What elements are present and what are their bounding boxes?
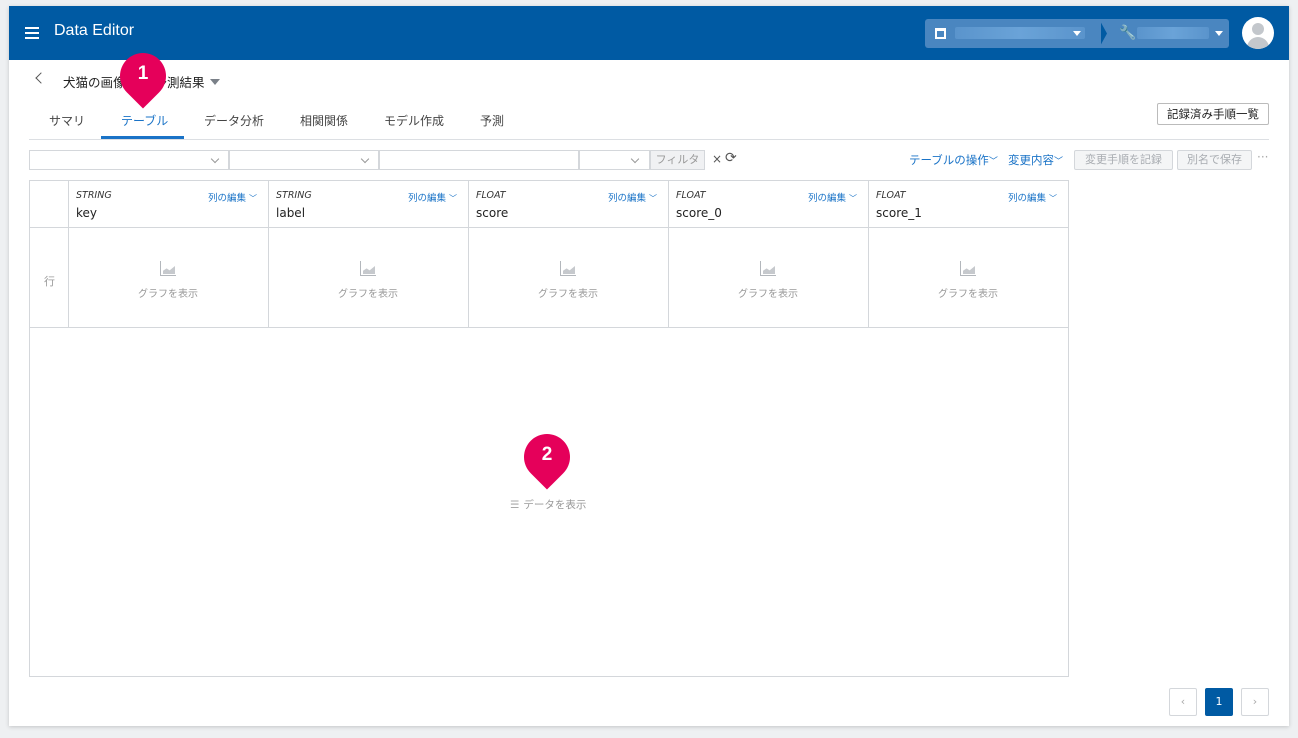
show-data-link[interactable]: ☰ データを表示 [510,497,586,512]
column-type: FLOAT [876,190,906,201]
app-title: Data Editor [54,22,135,39]
changes-label: 変更内容 [1008,153,1054,167]
chevron-down-icon [210,154,220,164]
filter-operator-select[interactable] [229,150,379,170]
tab-summary[interactable]: サマリ [49,112,85,129]
annotation-pin-2: 2 [514,424,580,490]
tab-table[interactable]: テーブル [121,112,168,129]
annotation-number: 2 [541,444,553,465]
changes-menu[interactable]: 変更内容﹀ [1008,152,1063,168]
chevron-down-icon [630,154,640,164]
filter-logic-select[interactable] [579,150,650,170]
chevron-down-icon [360,154,370,164]
hamburger-menu-icon[interactable] [25,27,39,39]
column-name: score [476,206,509,220]
edit-column-menu[interactable]: 列の編集 ﹀ [208,190,257,204]
show-graph-link[interactable]: グラフを表示 [868,285,1068,300]
column-name: score_1 [876,206,922,220]
show-data-label: データを表示 [523,499,587,511]
filter-value-input[interactable] [379,150,579,170]
back-arrow-icon[interactable] [35,72,47,84]
refresh-icon[interactable]: ⟳ [725,150,737,166]
list-icon: ☰ [510,499,520,511]
column-type: STRING [276,190,312,201]
pagination-page-button[interactable]: 1 [1205,688,1233,716]
tab-model-creation[interactable]: モデル作成 [384,112,444,129]
chart-icon[interactable] [560,261,578,277]
active-tab-indicator [101,136,184,139]
wrench-icon: 🔧 [1119,25,1137,41]
column-name: key [76,206,98,220]
edit-column-menu[interactable]: 列の編集 ﹀ [808,190,857,204]
filter-column-select[interactable] [29,150,229,170]
pagination-next-button[interactable]: › [1241,688,1269,716]
table-operations-label: テーブルの操作 [909,153,989,167]
column-name: score_0 [676,206,722,220]
record-steps-button[interactable]: 変更手順を記録 [1074,150,1173,170]
row-header-label: 行 [44,275,55,288]
save-as-button[interactable]: 別名で保存 [1177,150,1252,170]
tab-bar: サマリ テーブル データ分析 相関関係 モデル作成 予測 [29,104,1269,140]
dataset-menu-caret-icon[interactable] [210,79,220,85]
building-icon [935,28,946,39]
tab-prediction[interactable]: 予測 [480,112,504,129]
column-name: label [276,206,306,220]
chart-icon[interactable] [760,261,778,277]
column-type: STRING [76,190,112,201]
app-header: Data Editor 🔧 [9,6,1289,60]
edit-column-menu[interactable]: 列の編集 ﹀ [1008,190,1057,204]
column-type: FLOAT [476,190,506,201]
organization-name-redacted [955,27,1085,39]
show-graph-link[interactable]: グラフを表示 [668,285,868,300]
pagination-prev-button[interactable]: ‹ [1169,688,1197,716]
tab-data-analysis[interactable]: データ分析 [204,112,264,129]
clear-filter-icon[interactable]: × [712,152,722,166]
annotation-pin-1: 1 [110,43,176,109]
edit-column-menu[interactable]: 列の編集 ﹀ [608,190,657,204]
show-graph-link[interactable]: グラフを表示 [468,285,668,300]
annotation-number: 1 [137,63,149,84]
chevron-down-icon: ﹀ [1054,157,1064,167]
chevron-down-icon: ﹀ [988,157,998,167]
chart-icon[interactable] [160,261,178,277]
caret-down-icon [1215,31,1223,36]
chart-icon[interactable] [960,261,978,277]
show-graph-link[interactable]: グラフを表示 [68,285,268,300]
data-table: STRING key 列の編集 ﹀ STRING label 列の編集 ﹀ FL… [29,180,1069,677]
user-avatar[interactable] [1242,17,1274,49]
more-options-icon[interactable]: ··· [1257,150,1268,164]
project-select[interactable]: 🔧 [1099,19,1229,48]
edit-column-menu[interactable]: 列の編集 ﹀ [408,190,457,204]
caret-down-icon [1073,31,1081,36]
chart-icon[interactable] [360,261,378,277]
table-operations-menu[interactable]: テーブルの操作﹀ [909,152,998,168]
column-type: FLOAT [676,190,706,201]
show-graph-link[interactable]: グラフを表示 [268,285,468,300]
project-name-redacted [1137,27,1209,39]
organization-select[interactable] [925,19,1101,48]
filter-button[interactable]: フィルタ [650,150,705,170]
tab-correlation[interactable]: 相関関係 [300,112,348,129]
recorded-steps-button[interactable]: 記録済み手順一覧 [1157,103,1269,125]
app-window: Data Editor 🔧 犬猫の画像分類 予測結果 サマリ テーブル データ分… [9,6,1289,726]
